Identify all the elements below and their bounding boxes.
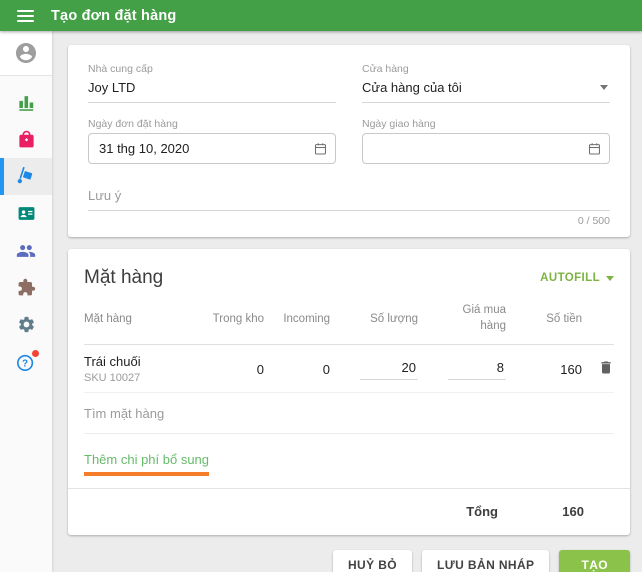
purchase-price-input[interactable] <box>448 358 506 380</box>
column-header-quantity: Số lượng <box>370 312 418 325</box>
supplier-input[interactable] <box>88 78 336 103</box>
app-header: Tạo đơn đặt hàng <box>0 0 642 31</box>
sidebar-item-settings[interactable] <box>0 306 52 343</box>
sidebar-item-sales[interactable] <box>0 121 52 158</box>
cancel-button[interactable]: HUỶ BỎ <box>332 550 413 572</box>
store-select[interactable]: Cửa hàng của tôi <box>362 78 610 103</box>
save-draft-button[interactable]: LƯU BẢN NHÁP <box>422 550 550 572</box>
bar-chart-icon <box>18 96 33 111</box>
sidebar-item-integrations[interactable] <box>0 269 52 306</box>
item-row: Trái chuối SKU 10027 0 0 160 <box>84 345 614 394</box>
avatar-icon <box>16 43 36 63</box>
order-form-card: Nhà cung cấp Cửa hàng Cửa hàng của tôi N… <box>68 45 630 237</box>
action-bar: HUỶ BỎ LƯU BẢN NHÁP TẠO <box>68 550 630 572</box>
chevron-down-icon <box>606 275 614 281</box>
column-header-in-stock: Trong kho <box>212 312 264 325</box>
delivery-date-field: Ngày giao hàng <box>362 118 610 164</box>
delivery-date-input[interactable] <box>373 141 588 156</box>
order-date-input[interactable] <box>99 141 314 156</box>
items-card: Mặt hàng AUTOFILL Mặt hàng Trong kho Inc… <box>68 249 630 536</box>
calendar-icon[interactable] <box>313 141 328 157</box>
in-stock-value: 0 <box>256 361 264 377</box>
quantity-input[interactable] <box>360 358 418 380</box>
total-label: Tổng <box>466 504 498 520</box>
hand-truck-icon <box>17 166 33 183</box>
delete-item-button[interactable] <box>598 359 614 379</box>
sidebar-item-help[interactable]: ? <box>0 343 52 380</box>
store-field: Cửa hàng Cửa hàng của tôi <box>362 63 610 103</box>
delivery-date-label: Ngày giao hàng <box>362 118 436 130</box>
item-sku: SKU 10027 <box>84 372 141 385</box>
add-extra-cost-link[interactable]: Thêm chi phí bổ sung <box>84 452 210 477</box>
amount-value: 160 <box>560 361 582 377</box>
basket-icon <box>18 130 34 148</box>
contact-card-icon <box>18 207 34 220</box>
total-value: 160 <box>562 504 584 520</box>
gear-icon <box>18 316 34 333</box>
note-field: 0 / 500 <box>88 186 610 227</box>
char-counter: 0 / 500 <box>577 215 610 227</box>
page-title: Tạo đơn đặt hàng <box>51 7 177 24</box>
sidebar-item-contacts[interactable] <box>0 195 52 232</box>
sidebar-item-reports[interactable] <box>0 84 52 121</box>
note-input[interactable] <box>88 186 610 211</box>
store-label: Cửa hàng <box>362 63 409 75</box>
svg-text:?: ? <box>22 358 28 369</box>
order-date-field: Ngày đơn đặt hàng <box>88 118 336 164</box>
create-button[interactable]: TẠO <box>559 550 630 572</box>
column-header-purchase-price: Giá mua hàng <box>462 304 506 332</box>
order-date-label: Ngày đơn đặt hàng <box>88 118 178 130</box>
items-section-title: Mặt hàng <box>84 267 164 288</box>
puzzle-icon <box>18 278 35 296</box>
item-search-input[interactable] <box>84 404 614 435</box>
items-table-header: Mặt hàng Trong kho Incoming Số lượng Giá… <box>84 295 614 346</box>
people-icon <box>16 244 36 257</box>
item-name: Trái chuối <box>84 354 141 370</box>
autofill-button[interactable]: AUTOFILL <box>540 272 614 284</box>
notification-dot <box>32 349 39 357</box>
supplier-field: Nhà cung cấp <box>88 63 336 103</box>
incoming-value: 0 <box>322 361 330 377</box>
sidebar-item-purchase-orders[interactable] <box>0 158 52 195</box>
store-selected-value: Cửa hàng của tôi <box>362 80 462 95</box>
supplier-label: Nhà cung cấp <box>88 63 153 75</box>
column-header-amount: Số tiền <box>546 312 582 325</box>
main-content: Nhà cung cấp Cửa hàng Cửa hàng của tôi N… <box>52 31 642 572</box>
chevron-down-icon <box>600 85 608 90</box>
sidebar: ? <box>0 31 52 572</box>
sidebar-item-account[interactable] <box>0 31 52 76</box>
calendar-icon[interactable] <box>587 141 602 157</box>
total-row: Tổng 160 <box>84 489 614 535</box>
column-header-item: Mặt hàng <box>84 312 132 325</box>
column-header-incoming: Incoming <box>283 312 330 325</box>
trash-icon <box>601 361 611 374</box>
menu-icon[interactable] <box>17 9 34 22</box>
sidebar-item-employees[interactable] <box>0 232 52 269</box>
